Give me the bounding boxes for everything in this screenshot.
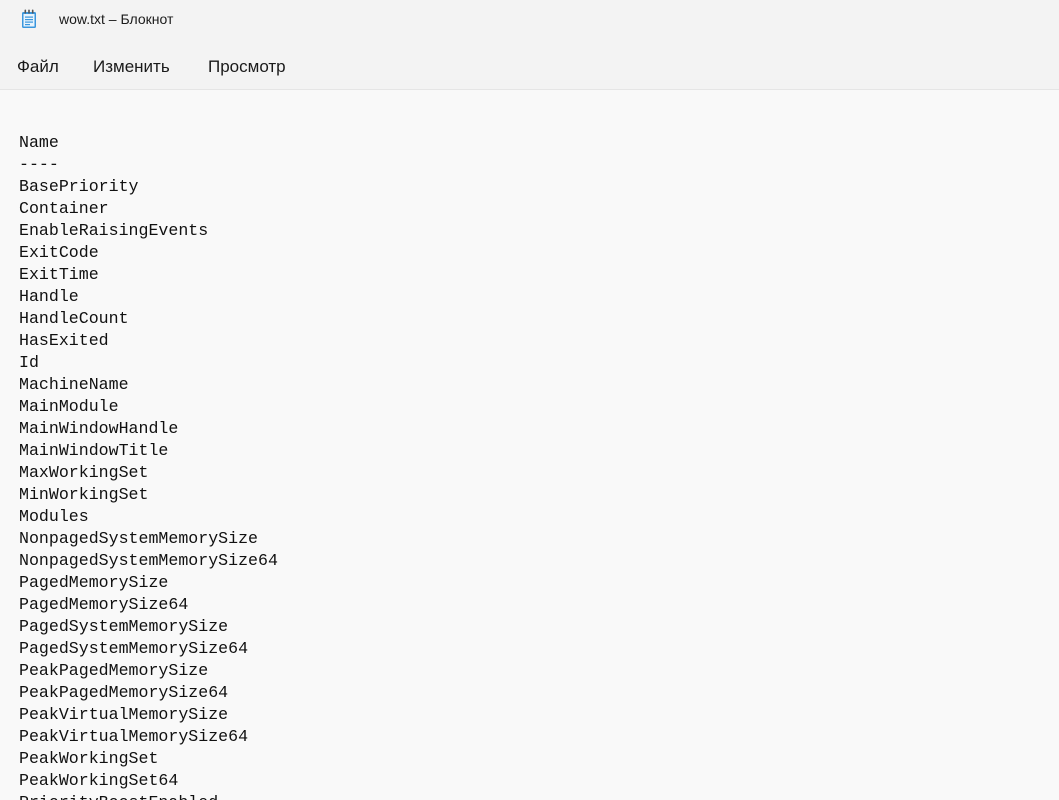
text-line: PeakWorkingSet <box>19 749 159 768</box>
text-line: HandleCount <box>19 309 129 328</box>
menu-view[interactable]: Просмотр <box>208 57 286 77</box>
text-line: MainWindowHandle <box>19 419 179 438</box>
text-line: PagedSystemMemorySize <box>19 617 229 636</box>
text-line: EnableRaisingEvents <box>19 221 209 240</box>
text-line: MainWindowTitle <box>19 441 169 460</box>
text-line: NonpagedSystemMemorySize64 <box>19 551 278 570</box>
menu-edit[interactable]: Изменить <box>93 57 170 77</box>
text-line: PeakVirtualMemorySize64 <box>19 727 249 746</box>
text-line: PagedSystemMemorySize64 <box>19 639 249 658</box>
text-line: Container <box>19 199 109 218</box>
text-line: PeakPagedMemorySize64 <box>19 683 229 702</box>
text-line: PeakVirtualMemorySize <box>19 705 229 724</box>
menu-file[interactable]: Файл <box>17 57 59 77</box>
window-title: wow.txt – Блокнот <box>59 11 174 27</box>
title-bar[interactable]: wow.txt – Блокнот <box>0 0 1059 42</box>
text-line: PagedMemorySize <box>19 573 169 592</box>
text-line: PriorityBoostEnabled <box>19 792 278 800</box>
menu-bar: Файл Изменить Просмотр <box>0 42 1059 90</box>
text-line: MachineName <box>19 375 129 394</box>
notepad-icon <box>21 9 37 29</box>
text-line: HasExited <box>19 331 109 350</box>
text-editor[interactable]: Name ---- BasePriority Container EnableRaisi… <box>0 90 1059 800</box>
text-line: ExitCode <box>19 243 99 262</box>
text-line: MaxWorkingSet <box>19 463 149 482</box>
text-content: Name ---- BasePriority Container EnableRaisi… <box>19 132 278 800</box>
text-line: PeakPagedMemorySize <box>19 661 209 680</box>
text-line: Handle <box>19 287 79 306</box>
text-line: ExitTime <box>19 265 99 284</box>
text-line: MainModule <box>19 397 119 416</box>
text-line: Id <box>19 353 39 372</box>
text-line: PagedMemorySize64 <box>19 595 189 614</box>
text-line: Name <box>19 133 59 152</box>
notepad-window: wow.txt – Блокнот Файл Изменить Просмотр… <box>0 0 1059 800</box>
text-line: BasePriority <box>19 177 139 196</box>
text-line: ---- <box>19 155 59 174</box>
text-line: NonpagedSystemMemorySize <box>19 529 258 548</box>
text-line: Modules <box>19 507 89 526</box>
text-line: MinWorkingSet <box>19 485 149 504</box>
text-line: PeakWorkingSet64 <box>19 771 179 790</box>
